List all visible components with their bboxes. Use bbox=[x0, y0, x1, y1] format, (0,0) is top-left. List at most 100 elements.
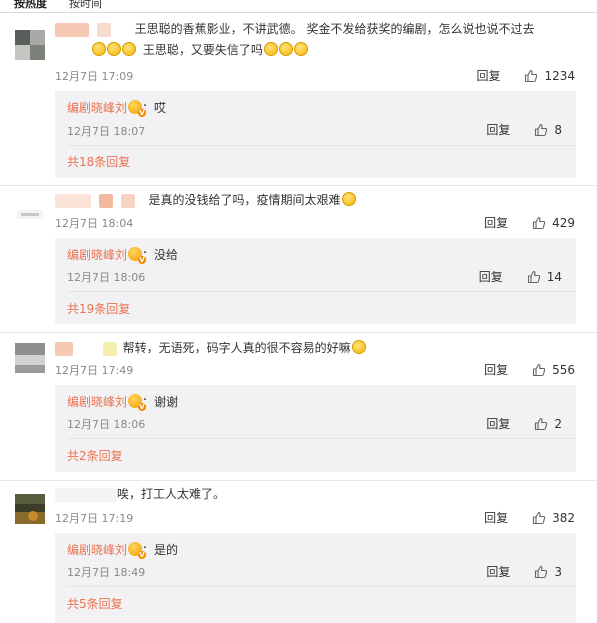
thumbs-up-icon bbox=[535, 417, 548, 430]
reply-actions: 回复 8 bbox=[486, 121, 562, 138]
reply-author[interactable]: 编剧晓峰刘 bbox=[67, 101, 127, 115]
thumbs-up-icon bbox=[535, 565, 548, 578]
comment-line-2-text: 王思聪，又要失信了吗 bbox=[142, 43, 263, 57]
reply-timestamp: 12月7日 18:49 bbox=[67, 566, 146, 579]
comment-text: 王思聪的香蕉影业，不讲武德。 奖金不发给获奖的编剧，怎么说也说不过去 王思聪，又… bbox=[55, 21, 534, 58]
reply-button[interactable]: 回复 bbox=[484, 361, 508, 378]
comment-actions: 回复 429 bbox=[484, 214, 575, 231]
emoji-icon bbox=[278, 42, 293, 56]
comment-timestamp: 12月7日 17:09 bbox=[55, 70, 134, 83]
sort-tabs: 按热度 按时间 bbox=[14, 0, 102, 11]
emoji-icon bbox=[107, 42, 121, 56]
comment-separator bbox=[0, 480, 597, 481]
reply-button[interactable]: 回复 bbox=[486, 415, 510, 432]
more-replies-link[interactable]: 共19条回复 bbox=[67, 300, 130, 317]
reply-divider bbox=[67, 291, 576, 292]
like-count: 8 bbox=[554, 122, 562, 137]
username-mask bbox=[96, 22, 111, 37]
reply-content: 编剧晓峰刘 ：谢谢 bbox=[67, 393, 179, 411]
comment-line-1: 唉，打工人太难了。 bbox=[117, 487, 226, 501]
like-button[interactable]: 382 bbox=[532, 511, 575, 525]
like-button[interactable]: 429 bbox=[532, 216, 575, 230]
comment-actions: 回复 556 bbox=[484, 361, 575, 378]
tabs-divider bbox=[0, 12, 597, 13]
reply-button[interactable]: 回复 bbox=[486, 563, 510, 580]
reply-button[interactable]: 回复 bbox=[486, 121, 510, 138]
thumbs-up-icon bbox=[535, 123, 548, 136]
comment-line-2: 王思聪，又要失信了吗 bbox=[91, 42, 534, 58]
emoji-icon bbox=[263, 42, 278, 56]
like-button[interactable]: 8 bbox=[534, 123, 562, 137]
reply-author[interactable]: 编剧晓峰刘 bbox=[67, 395, 127, 409]
tab-sort-by-time[interactable]: 按时间 bbox=[69, 0, 102, 11]
reply-timestamp: 12月7日 18:06 bbox=[67, 418, 146, 431]
thumbs-up-icon bbox=[533, 216, 546, 229]
emoji-icon bbox=[293, 42, 308, 56]
like-button[interactable]: 1234 bbox=[524, 69, 575, 83]
like-button[interactable]: 2 bbox=[534, 417, 562, 431]
comment-actions: 回复 382 bbox=[484, 509, 575, 526]
reply-actions: 回复 2 bbox=[486, 415, 562, 432]
reply-content: 编剧晓峰刘：哎 bbox=[67, 99, 166, 117]
comment-text: 唉，打工人太难了。 bbox=[55, 486, 225, 502]
reply-button[interactable]: 回复 bbox=[484, 509, 508, 526]
comment-separator bbox=[0, 185, 597, 186]
reply-author[interactable]: 编剧晓峰刘 bbox=[67, 543, 127, 557]
comment-timestamp: 12月7日 18:04 bbox=[55, 217, 134, 230]
reply-button[interactable]: 回复 bbox=[479, 268, 503, 285]
like-count: 3 bbox=[554, 564, 562, 579]
username-mask[interactable] bbox=[55, 487, 117, 502]
like-count: 429 bbox=[552, 215, 575, 230]
reply-button[interactable]: 回复 bbox=[484, 214, 508, 231]
reply-divider bbox=[67, 145, 576, 146]
like-count: 382 bbox=[552, 510, 575, 525]
comment-actions: 回复 1234 bbox=[476, 67, 575, 84]
username-mask bbox=[102, 341, 117, 356]
reply-panel: 编剧晓峰刘 ：谢谢 12月7日 18:06 回复 2 共2条回复 bbox=[55, 385, 576, 472]
reply-timestamp: 12月7日 18:06 bbox=[67, 271, 146, 284]
username-mask bbox=[98, 193, 113, 208]
like-count: 556 bbox=[552, 362, 575, 377]
verified-badge-icon bbox=[128, 247, 147, 264]
username-mask bbox=[120, 193, 135, 208]
reply-text: ：没给 bbox=[142, 248, 179, 262]
thumbs-up-icon bbox=[525, 69, 538, 82]
reply-text: ：是的 bbox=[142, 543, 179, 557]
verified-badge-icon bbox=[128, 542, 147, 559]
reply-timestamp: 12月7日 18:07 bbox=[67, 125, 146, 138]
reply-panel: 编剧晓峰刘：哎 12月7日 18:07 回复 8 共18条回复 bbox=[55, 91, 576, 178]
reply-text: ：谢谢 bbox=[142, 395, 179, 409]
reply-button[interactable]: 回复 bbox=[476, 67, 500, 84]
reply-divider bbox=[67, 438, 576, 439]
reply-author[interactable]: 编剧晓峰刘 bbox=[67, 248, 127, 262]
username-mask[interactable] bbox=[55, 341, 73, 356]
like-button[interactable]: 14 bbox=[527, 270, 562, 284]
avatar[interactable] bbox=[15, 494, 45, 524]
like-button[interactable]: 3 bbox=[534, 565, 562, 579]
avatar[interactable] bbox=[15, 30, 45, 60]
reply-panel: 编剧晓峰刘 ：没给 12月7日 18:06 回复 14 共19条回复 bbox=[55, 238, 576, 324]
reply-actions: 回复 14 bbox=[479, 268, 562, 285]
comment-line-1: 是真的没钱给了吗，疫情期间太艰难 bbox=[148, 193, 341, 207]
like-count: 14 bbox=[546, 269, 562, 284]
reply-divider bbox=[67, 586, 576, 587]
like-button[interactable]: 556 bbox=[532, 363, 575, 377]
comment-timestamp: 12月7日 17:19 bbox=[55, 512, 134, 525]
more-replies-link[interactable]: 共5条回复 bbox=[67, 595, 123, 612]
like-count: 2 bbox=[554, 416, 562, 431]
avatar[interactable] bbox=[15, 198, 45, 228]
reply-content: 编剧晓峰刘 ：没给 bbox=[67, 246, 179, 264]
more-replies-link[interactable]: 共2条回复 bbox=[67, 447, 123, 464]
username-mask[interactable] bbox=[55, 22, 89, 37]
comment-text: 帮转，无语死，码字人真的很不容易的好嘛 bbox=[55, 340, 366, 356]
comment-line-1: 帮转，无语死，码字人真的很不容易的好嘛 bbox=[122, 341, 351, 355]
avatar[interactable] bbox=[15, 343, 45, 373]
thumbs-up-icon bbox=[527, 270, 540, 283]
username-mask[interactable] bbox=[55, 193, 91, 208]
comment-timestamp: 12月7日 17:49 bbox=[55, 364, 134, 377]
reply-panel: 编剧晓峰刘 ：是的 12月7日 18:49 回复 3 共5条回复 bbox=[55, 533, 576, 623]
comment-line-1: 王思聪的香蕉影业，不讲武德。 奖金不发给获奖的编剧，怎么说也说不过去 bbox=[134, 22, 535, 36]
more-replies-link[interactable]: 共18条回复 bbox=[67, 153, 130, 170]
verified-badge-icon bbox=[128, 100, 147, 117]
tab-sort-by-hot[interactable]: 按热度 bbox=[14, 0, 47, 11]
